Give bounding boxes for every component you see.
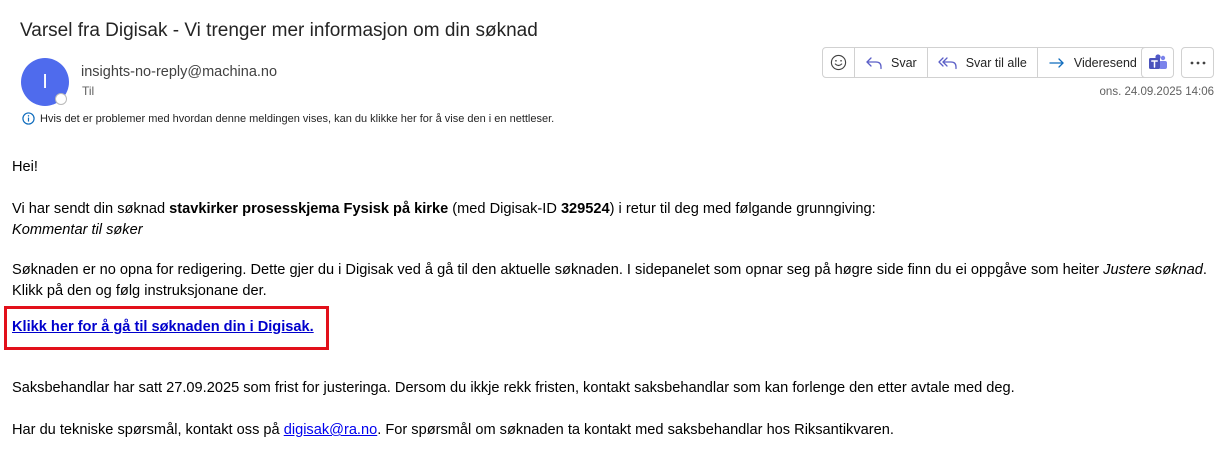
intro-paragraph: Vi har sendt din søknad stavkirker prose… bbox=[12, 199, 1216, 241]
comment-text: Kommentar til søker bbox=[12, 222, 143, 238]
link-highlight-box bbox=[4, 306, 329, 350]
email-subject: Varsel fra Digisak - Vi trenger mer info… bbox=[20, 20, 538, 41]
more-dots-icon bbox=[1190, 61, 1205, 64]
received-date: ons. 24.09.2025 14:06 bbox=[1099, 86, 1214, 98]
reply-all-button[interactable]: Svar til alle bbox=[928, 48, 1038, 77]
react-emoji-button[interactable] bbox=[823, 48, 855, 77]
teams-icon bbox=[1148, 53, 1167, 69]
edit-task-name: Justere søknad bbox=[1103, 262, 1203, 278]
view-in-browser-text: Hvis det er problemer med hvordan denne … bbox=[40, 112, 555, 125]
reply-all-label: Svar til alle bbox=[965, 55, 1027, 70]
smiley-icon bbox=[830, 54, 847, 71]
more-actions-button[interactable] bbox=[1181, 47, 1214, 78]
recipient-label[interactable]: Til bbox=[82, 84, 94, 98]
forward-button[interactable]: Videresend bbox=[1038, 48, 1147, 77]
info-icon bbox=[22, 112, 35, 125]
edit-pre: Søknaden er no opna for redigering. Dett… bbox=[12, 262, 1104, 278]
deadline-pre: Saksbehandlar har satt bbox=[12, 380, 167, 396]
reply-arrow-icon bbox=[866, 56, 882, 69]
intro-post: ) i retur til deg med følgande grunngivi… bbox=[609, 201, 876, 217]
deadline-post: som frist for justeringa. Dersom du ikkj… bbox=[239, 380, 1015, 396]
contact-paragraph: Har du tekniske spørsmål, kontakt oss på… bbox=[12, 420, 1216, 441]
intro-mid: (med Digisak-ID bbox=[448, 201, 561, 217]
contact-pre: Har du tekniske spørsmål, kontakt oss på bbox=[12, 422, 284, 438]
contact-post: . For spørsmål om søknaden ta kontakt me… bbox=[377, 422, 894, 438]
forward-arrow-icon bbox=[1049, 57, 1064, 68]
greeting: Hei! bbox=[12, 159, 38, 175]
reply-all-arrow-icon bbox=[938, 56, 957, 69]
sender-address[interactable]: insights-no-reply@machina.no bbox=[81, 64, 277, 80]
contact-email-link[interactable]: digisak@ra.no bbox=[284, 422, 378, 438]
share-to-teams-button[interactable] bbox=[1141, 47, 1174, 78]
application-name: stavkirker prosesskjema Fysisk på kirke bbox=[169, 201, 449, 217]
deadline-paragraph: Saksbehandlar har satt 27.09.2025 som fr… bbox=[12, 378, 1216, 399]
forward-label: Videresend bbox=[1073, 55, 1137, 70]
presence-status-icon bbox=[55, 93, 67, 105]
deadline-date: 27.09.2025 bbox=[166, 380, 240, 396]
reply-button[interactable]: Svar bbox=[855, 48, 928, 77]
reply-label: Svar bbox=[891, 55, 917, 70]
view-in-browser-notice[interactable]: Hvis det er problemer med hvordan denne … bbox=[22, 112, 554, 125]
edit-instructions-paragraph: Søknaden er no opna for redigering. Dett… bbox=[12, 260, 1216, 302]
intro-pre: Vi har sendt din søknad bbox=[12, 201, 170, 217]
message-actions-toolbar: Svar Svar til alle Videresend bbox=[822, 47, 1148, 78]
digisak-id: 329524 bbox=[560, 201, 610, 217]
avatar-initial: I bbox=[42, 70, 48, 93]
